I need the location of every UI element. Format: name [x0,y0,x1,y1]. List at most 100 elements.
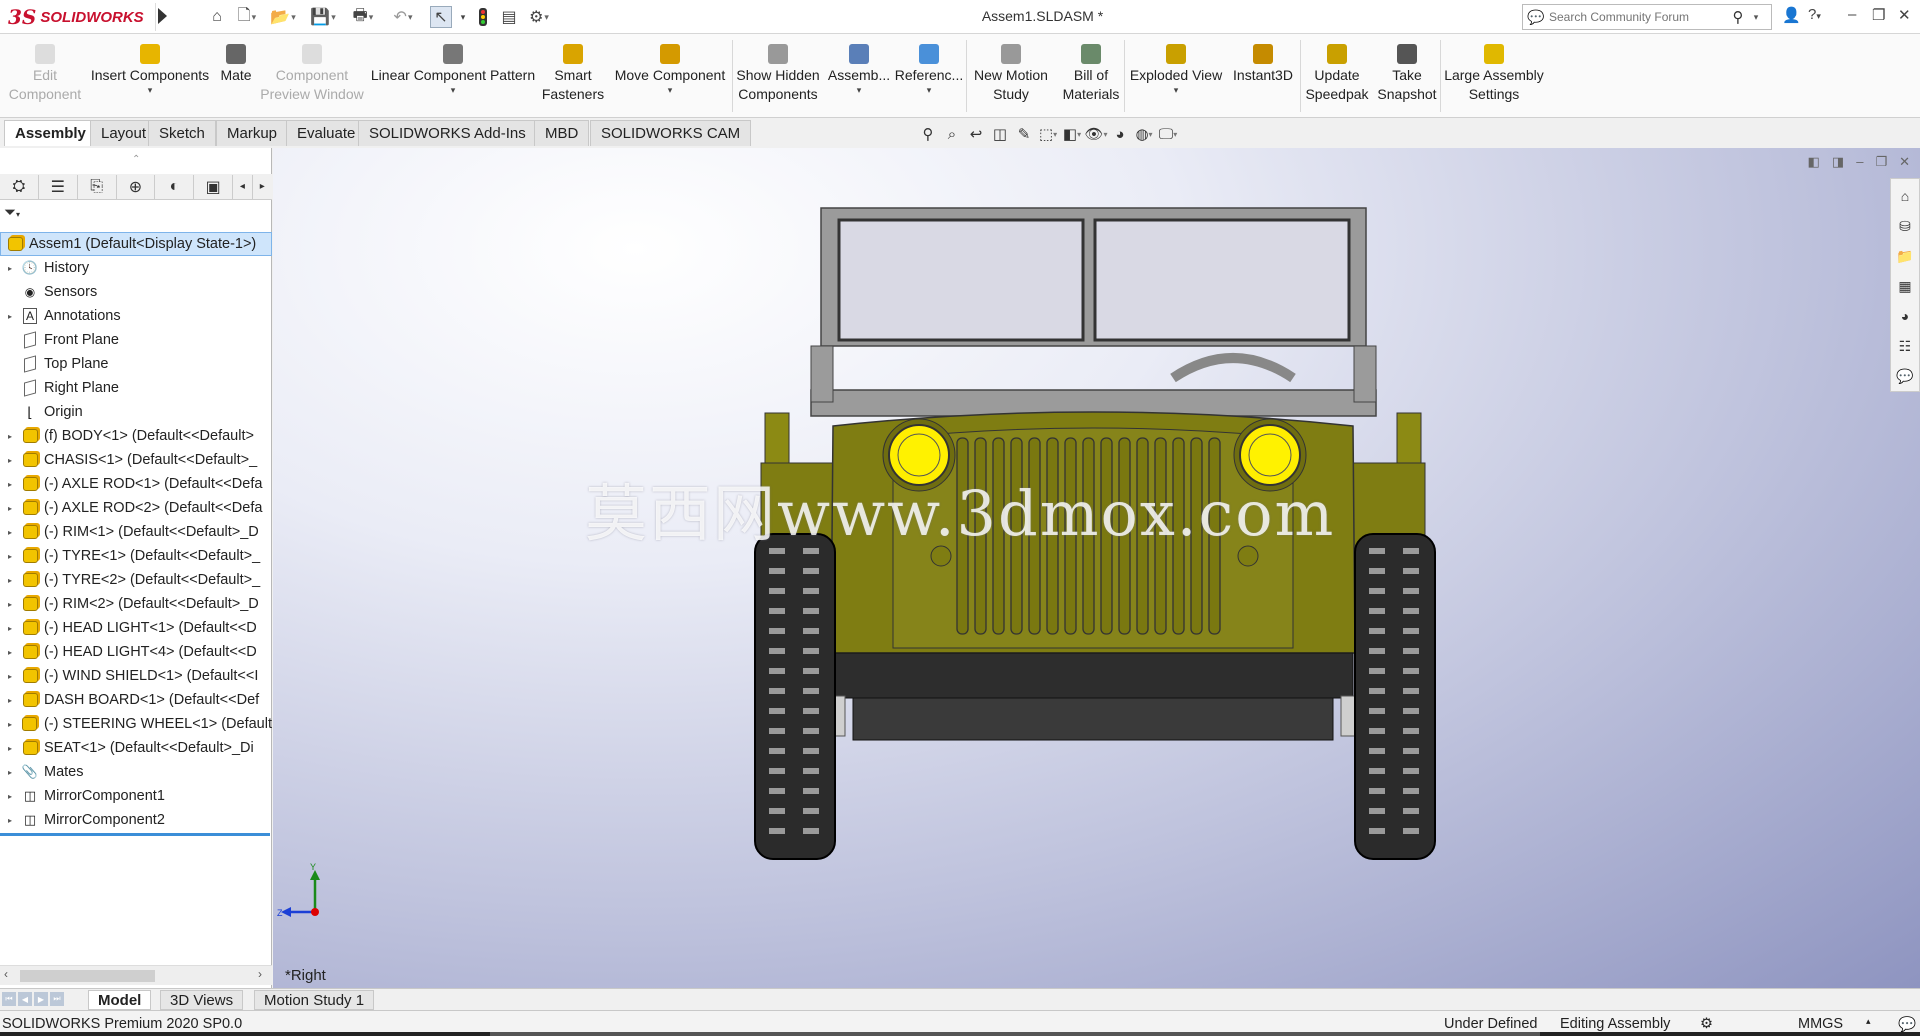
dynamic-annotation-icon[interactable]: ✎ [1014,124,1034,144]
search-community-box[interactable]: 💬 ⚲ ▾ [1522,4,1772,30]
scroll-left-icon[interactable]: ‹ [4,967,8,981]
show-hidden-components-button[interactable]: Show Hidden Components [734,38,822,114]
expand-arrow-icon[interactable]: ▸ [4,672,16,681]
minimize-window-icon[interactable]: – [1848,6,1856,23]
bottom-tab-3d-views[interactable]: 3D Views [160,990,244,1010]
tree-item[interactable]: ⌊ Origin [0,400,272,424]
expand-arrow-icon[interactable]: ▸ [4,480,16,489]
solidworks-logo[interactable]: 3S SOLIDWORKS [8,3,156,31]
edit-component-button[interactable]: Edit Component [4,38,86,114]
rebuild-traffic-light-icon[interactable] [472,6,494,28]
dimxpert-tab-icon[interactable]: ⊕ [117,174,156,199]
menu-expand-arrow-icon[interactable] [158,8,167,24]
rebuild-status-icon[interactable]: ⚙ [1700,1016,1713,1032]
dropdown-caret-icon[interactable]: ▾ [451,85,456,95]
expand-arrow-icon[interactable]: ▸ [4,456,16,465]
large-assembly-settings-button[interactable]: Large Assembly Settings [1442,38,1546,114]
dropdown-caret-icon[interactable]: ▾ [857,85,862,95]
expand-arrow-icon[interactable]: ▸ [4,648,16,657]
file-properties-icon[interactable]: ▤ [498,6,520,28]
tree-item[interactable]: ▸ (-) AXLE ROD<2> (Default<<Defa [0,496,272,520]
expand-arrow-icon[interactable]: ▸ [4,264,16,273]
save-icon[interactable]: 💾 ▾ [310,6,335,28]
expand-arrow-icon[interactable]: ▸ [4,504,16,513]
last-tab-icon[interactable]: ⏭ [50,992,64,1006]
exploded-view-button[interactable]: Exploded View ▾ [1126,38,1226,114]
bottom-tab-model[interactable]: Model [88,990,152,1010]
appearances-icon[interactable]: ◕ [1895,305,1915,327]
new-document-icon[interactable]: 🗋 ▾ [236,6,258,28]
prev-tab-icon[interactable]: ◀ [18,992,32,1006]
expand-arrow-icon[interactable]: ▸ [4,576,16,585]
tree-item[interactable]: ▸ (-) HEAD LIGHT<4> (Default<<D [0,640,272,664]
expand-arrow-icon[interactable]: ▸ [4,720,16,729]
tree-item[interactable]: Top Plane [0,352,272,376]
search-icon[interactable]: ⚲ [1727,8,1749,26]
first-tab-icon[interactable]: ⏮ [2,992,16,1006]
tree-item[interactable]: ◉ Sensors [0,280,272,304]
tree-item[interactable]: ▸ ◫ MirrorComponent2 [0,808,272,832]
mate-button[interactable]: Mate [214,38,258,114]
tab-sketch[interactable]: Sketch [148,120,216,146]
select-dropdown-icon[interactable]: ▾ [452,6,474,28]
forum-icon[interactable]: 💬 [1895,365,1915,387]
tree-item[interactable]: ▸ SEAT<1> (Default<<Default>_Di [0,736,272,760]
tree-item[interactable]: ▸ (-) TYRE<2> (Default<<Default>_ [0,568,272,592]
tree-item[interactable]: ▸ A Annotations [0,304,272,328]
bill-of-materials-button[interactable]: Bill of Materials [1058,38,1124,114]
tab-layout[interactable]: Layout [90,120,158,146]
close-window-icon[interactable]: ✕ [1898,6,1911,24]
apply-scene-icon[interactable]: ◍ ▾ [1134,124,1154,144]
select-pointer-icon[interactable]: ↖ [430,6,452,28]
undo-icon[interactable]: ↶ ▾ [392,6,414,28]
hide-show-items-icon[interactable]: 👁 ▾ [1084,124,1107,144]
user-account-icon[interactable]: 👤 [1782,6,1801,24]
expand-arrow-icon[interactable]: ▸ [4,768,16,777]
tree-item[interactable]: ▸ 📎 Mates [0,760,272,784]
tree-item[interactable]: ▸ (-) AXLE ROD<1> (Default<<Defa [0,472,272,496]
move-component-button[interactable]: Move Component ▾ [608,38,732,114]
tree-item[interactable]: ▸ (-) WIND SHIELD<1> (Default<<I [0,664,272,688]
scrollbar-thumb[interactable] [20,970,155,982]
smart-fasteners-button[interactable]: Smart Fasteners [540,38,606,114]
restore-window-icon[interactable]: ❐ [1872,6,1885,24]
options-gear-icon[interactable]: ⚙ ▾ [528,6,550,28]
feature-tree-tab-icon[interactable]: ⛭ [0,174,39,199]
update-speedpak-button[interactable]: Update Speedpak [1302,38,1372,114]
search-input[interactable] [1549,10,1727,24]
tabs-scroll-right-icon[interactable]: ▸ [253,175,272,199]
take-snapshot-button[interactable]: Take Snapshot [1374,38,1440,114]
scroll-right-icon[interactable]: › [258,967,262,981]
tree-item[interactable]: ▸ 🕓 History [0,256,272,280]
expand-arrow-icon[interactable]: ▸ [4,816,16,825]
help-icon[interactable]: ?▾ [1808,6,1821,23]
expand-arrow-icon[interactable]: ▸ [4,552,16,561]
insert-components-button[interactable]: Insert Components ▾ [88,38,212,114]
tree-item[interactable]: ▸ (-) RIM<1> (Default<<Default>_D [0,520,272,544]
view-settings-icon[interactable]: 🖵 ▾ [1158,124,1178,144]
horizontal-scrollbar[interactable]: ‹ › [0,965,272,985]
tree-item[interactable]: ▸ CHASIS<1> (Default<<Default>_ [0,448,272,472]
display-style-icon[interactable]: ◧ ▾ [1062,124,1082,144]
expand-arrow-icon[interactable]: ▸ [4,624,16,633]
search-dropdown-icon[interactable]: ▾ [1749,12,1763,23]
file-explorer-icon[interactable]: 📁 [1895,245,1915,267]
tree-item[interactable]: ▸ (-) RIM<2> (Default<<Default>_D [0,592,272,616]
tab-solidworks-add-ins[interactable]: SOLIDWORKS Add-Ins [358,120,537,146]
tree-item[interactable]: Front Plane [0,328,272,352]
home-icon[interactable]: ⌂ [206,6,228,28]
dropdown-caret-icon[interactable]: ▾ [148,85,153,95]
tab-markup[interactable]: Markup [216,120,289,146]
tree-root-assembly[interactable]: Assem1 (Default<Display State-1>) [0,232,272,256]
open-folder-icon[interactable]: 📂 ▾ [270,6,295,28]
previous-view-icon[interactable]: ↩ [966,124,986,144]
dropdown-caret-icon[interactable]: ▾ [668,85,673,95]
expand-arrow-icon[interactable]: ▸ [4,792,16,801]
instant3d-button[interactable]: Instant3D [1228,38,1298,114]
tree-item[interactable]: ▸ (f) BODY<1> (Default<<Default> [0,424,272,448]
tabs-scroll-left-icon[interactable]: ◂ [233,174,253,199]
linear-component-pattern-button[interactable]: Linear Component Pattern ▾ [368,38,538,114]
configuration-manager-tab-icon[interactable]: ⎘ [78,174,117,199]
zoom-to-fit-icon[interactable]: ⚲ [918,124,938,144]
referenc-button[interactable]: Referenc... ▾ [894,38,964,114]
